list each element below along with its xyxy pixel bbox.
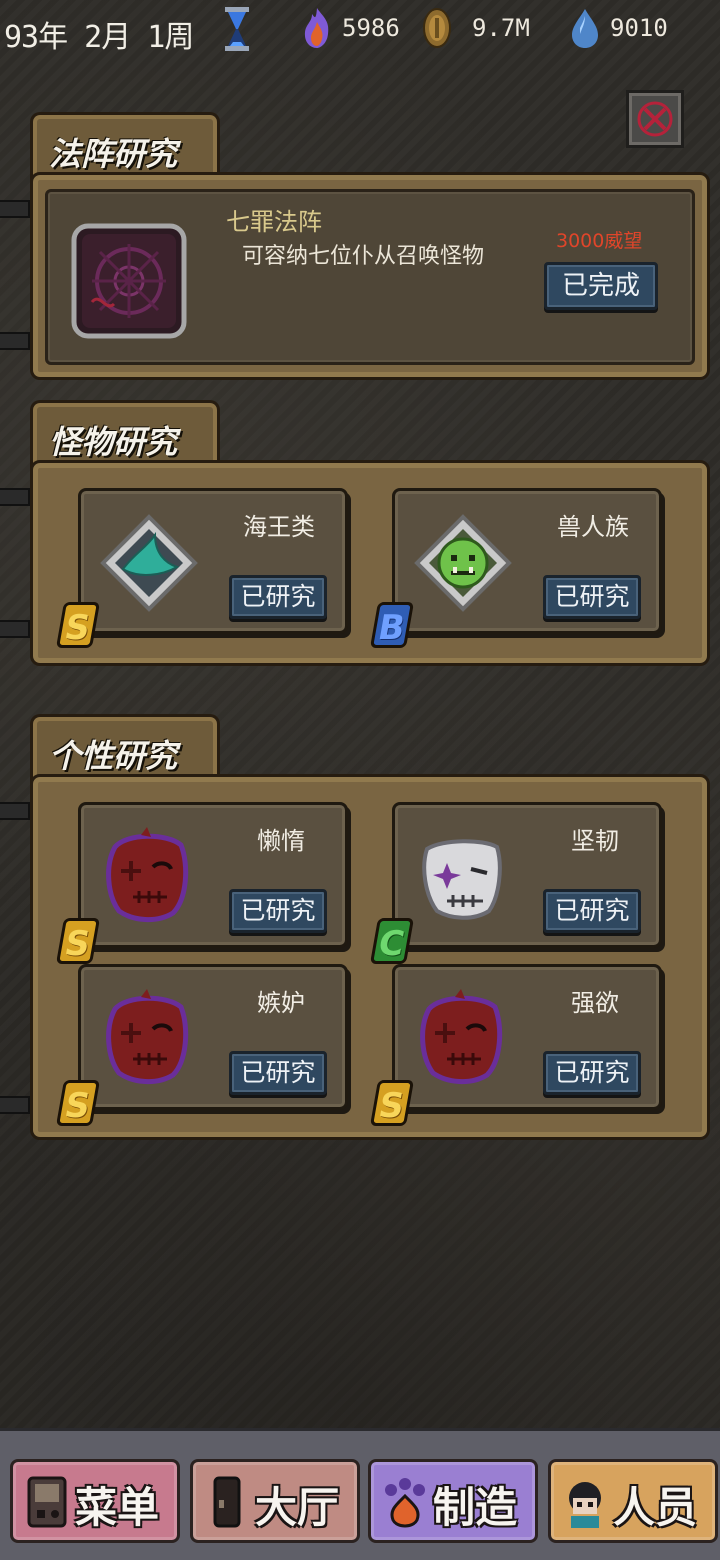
array-name: 七罪法阵 — [226, 208, 322, 236]
panel-peg — [0, 802, 30, 820]
nav-menu-button[interactable]: 菜单 — [10, 1459, 180, 1543]
orc-face-icon — [414, 514, 512, 612]
fish-fin-icon — [100, 514, 198, 612]
card-name: 懒惰 — [257, 827, 305, 855]
coin-count: 9.7M — [472, 14, 530, 42]
research-card-tenacity[interactable]: 坚韧 已研究 — [392, 802, 662, 948]
array-cost: 3000威望 — [556, 230, 643, 252]
panel-peg — [0, 200, 30, 218]
red-mask-icon — [420, 989, 503, 1084]
researched-button[interactable]: 已研究 — [543, 1051, 641, 1095]
panel-peg — [0, 332, 30, 350]
research-card-sea-king[interactable]: 海王类 已研究 — [78, 488, 348, 634]
crystal-count: 9010 — [610, 14, 668, 42]
nav-hall-button[interactable]: 大厅 — [190, 1459, 360, 1543]
crystal-icon — [572, 9, 598, 48]
nav-craft-button[interactable]: 制造 — [368, 1459, 538, 1543]
nav-label: 菜单 — [75, 1483, 160, 1532]
panel-peg — [0, 620, 30, 638]
card-name: 嫉妒 — [257, 989, 305, 1017]
nav-label: 制造 — [433, 1483, 518, 1532]
researched-button[interactable]: 已研究 — [229, 575, 327, 619]
bottom-nav: 菜单 大厅 制造 人员 — [0, 1428, 720, 1560]
seven-sins-array-icon — [71, 223, 187, 339]
flame-count: 5986 — [342, 14, 400, 42]
card-name: 海王类 — [243, 513, 315, 541]
nav-label: 大厅 — [255, 1483, 340, 1532]
nav-staff-button[interactable]: 人员 — [548, 1459, 718, 1543]
hourglass-icon[interactable] — [224, 6, 250, 52]
red-mask-icon — [106, 827, 189, 922]
section-title: 个性研究 — [49, 737, 178, 775]
handheld-console-icon — [27, 1476, 67, 1528]
researched-button[interactable]: 已研究 — [229, 889, 327, 933]
researched-button[interactable]: 已研究 — [543, 575, 641, 619]
paw-flame-icon — [385, 1478, 425, 1528]
card-name: 兽人族 — [557, 513, 629, 541]
white-mask-icon — [422, 839, 502, 920]
red-mask-icon — [106, 989, 189, 1084]
array-description: 可容纳七位仆从召唤怪物 — [242, 244, 485, 269]
research-card-sloth[interactable]: 懒惰 已研究 — [78, 802, 348, 948]
research-card-orc[interactable]: 兽人族 已研究 — [392, 488, 662, 634]
game-date: 93年 2月 1周 — [4, 20, 194, 55]
research-card-envy[interactable]: 嫉妒 已研究 — [78, 964, 348, 1110]
card-name: 坚韧 — [571, 827, 619, 855]
coin-icon — [423, 8, 451, 48]
section-title: 法阵研究 — [49, 135, 178, 173]
door-icon — [213, 1476, 241, 1528]
researched-button[interactable]: 已研究 — [229, 1051, 327, 1095]
flame-icon — [304, 8, 329, 48]
close-button[interactable] — [626, 90, 684, 148]
status-bar: 93年 2月 1周 5986 9.7M 9010 — [0, 0, 720, 60]
researched-button[interactable]: 已研究 — [543, 889, 641, 933]
array-completed-button[interactable]: 已完成 — [544, 262, 658, 310]
character-portrait-icon — [569, 1482, 601, 1528]
nav-label: 人员 — [613, 1483, 698, 1532]
section-title: 怪物研究 — [49, 423, 178, 461]
card-name: 强欲 — [571, 989, 619, 1017]
panel-peg — [0, 488, 30, 506]
panel-peg — [0, 1096, 30, 1114]
research-card-greed[interactable]: 强欲 已研究 — [392, 964, 662, 1110]
close-icon — [637, 101, 673, 137]
